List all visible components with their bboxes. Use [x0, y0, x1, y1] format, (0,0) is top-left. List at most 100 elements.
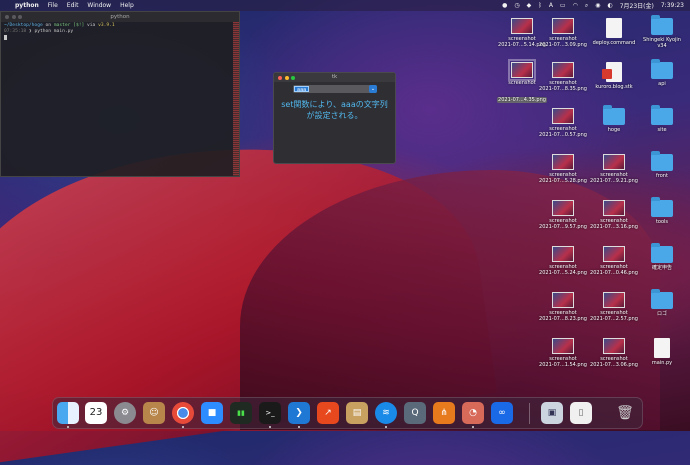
desktop-icon[interactable]: screenshot 2021-07...5.24.png	[535, 246, 591, 276]
activity-monitor-icon[interactable]: ▮▮	[230, 402, 252, 424]
backup-icon[interactable]: ◷	[514, 2, 519, 9]
desktop-icon-sublabel: 2021-07...8.23.png	[539, 316, 587, 322]
desktop-icon[interactable]: ロゴ	[634, 289, 690, 317]
control-center-icon[interactable]: ◉	[595, 2, 600, 9]
analytics-icon[interactable]: ↗	[317, 402, 339, 424]
image-thumbnail-icon	[603, 154, 625, 170]
contacts-icon[interactable]: ☺	[143, 402, 165, 424]
desktop-icon[interactable]: screenshot 2021-07...5.28.png	[535, 154, 591, 184]
desktop-icon[interactable]: site	[634, 105, 690, 133]
image-thumbnail-icon	[552, 154, 574, 170]
combobox-value[interactable]: aaa	[294, 86, 310, 93]
document-icon	[606, 18, 622, 38]
system-preferences-icon[interactable]: ⚙	[114, 402, 136, 424]
desktop-icon[interactable]: screenshot 2021-07...3.09.png	[535, 18, 591, 48]
record-icon[interactable]: ●	[502, 2, 507, 9]
desktop-icon-label: ロゴ	[656, 311, 667, 317]
chevron-down-icon[interactable]: ⌄	[369, 85, 377, 93]
image-thumbnail-icon	[603, 292, 625, 308]
desktop-icon[interactable]: front	[634, 151, 690, 179]
zoom-app-icon[interactable]: ■	[201, 402, 223, 424]
desktop-icon[interactable]: screenshot 2021-07...8.35.png	[535, 62, 591, 92]
desktop-icon[interactable]: screenshot 2021-07...1.54.png	[535, 338, 591, 368]
image-thumbnail-icon	[552, 338, 574, 354]
folder-icon	[603, 105, 625, 125]
desktop-icon-sublabel: v34	[657, 43, 667, 49]
tk-window[interactable]: tk aaa ⌄ set関数により、aaaの文字列が設定される。	[273, 72, 396, 164]
terminal-icon[interactable]: >_	[259, 402, 281, 428]
quicktime-icon[interactable]: Q	[404, 402, 426, 424]
vscode-icon[interactable]: ❯	[288, 402, 310, 428]
folder-icon	[651, 197, 673, 217]
menubar-time[interactable]: 7:39:23	[661, 2, 684, 9]
downloads-stack-icon[interactable]: ▯	[570, 402, 592, 424]
search-icon[interactable]: ⌕	[585, 2, 588, 10]
document-icon	[602, 62, 622, 82]
folder-icon	[651, 15, 673, 35]
terminal-window[interactable]: python ~/Desktop/hoge on master [$!] via…	[0, 11, 240, 177]
dropbox-icon[interactable]: ◆	[527, 2, 532, 9]
text-cursor	[4, 35, 7, 40]
screenshot-stack-icon[interactable]: ▣	[541, 402, 563, 424]
archive-icon[interactable]: ▤	[346, 402, 368, 424]
menu-app-name[interactable]: python	[15, 2, 39, 9]
menu-edit[interactable]: Edit	[67, 2, 79, 9]
desktop-icon-sublabel: 2021-07...1.54.png	[539, 362, 587, 368]
image-thumbnail-icon	[552, 246, 574, 262]
desktop-icon-sublabel: 2021-07...4.35.png	[497, 97, 547, 103]
desktop-icon[interactable]: api	[634, 59, 690, 87]
desktop-icon-sublabel: 2021-07...5.28.png	[539, 178, 587, 184]
desktop-icon[interactable]: main.py	[634, 338, 690, 366]
menu-help[interactable]: Help	[120, 2, 134, 9]
prompt-on: on	[42, 23, 54, 28]
sourcetree-icon[interactable]: ⋔	[433, 402, 455, 424]
image-thumbnail-icon	[603, 246, 625, 262]
docker-icon[interactable]: ≋	[375, 402, 397, 428]
terminal-title: python	[110, 13, 130, 20]
calendar-icon[interactable]: 23	[85, 402, 107, 424]
menubar-date[interactable]: 7月23日(金)	[620, 1, 654, 10]
combobox[interactable]: aaa ⌄	[293, 85, 377, 93]
desktop-icon-label: tools	[655, 219, 669, 225]
folder-icon	[651, 105, 673, 125]
terminal-titlebar[interactable]: python	[1, 12, 239, 22]
desktop-icon[interactable]: tools	[634, 197, 690, 225]
desktop-icon[interactable]: Shingeki Kyojin v34	[634, 15, 690, 49]
chrome-icon[interactable]	[172, 402, 194, 428]
terminal-scrollbar[interactable]	[233, 22, 239, 176]
wifi-icon[interactable]: ◠	[573, 2, 578, 9]
desktop-icon[interactable]: screenshot 2021-07...9.57.png	[535, 200, 591, 230]
image-thumbnail-icon	[511, 18, 533, 34]
prompt-version: v3.9.1	[98, 23, 115, 28]
menu-window[interactable]: Window	[87, 2, 111, 9]
finder-icon[interactable]	[57, 402, 79, 428]
image-thumbnail-icon	[552, 18, 574, 34]
terminal-output[interactable]: ~/Desktop/hoge on master [$!] via v3.9.1…	[1, 22, 239, 43]
prompt-time: 07:35:18	[4, 29, 27, 34]
battery-icon[interactable]: ▭	[560, 2, 566, 9]
folder-icon	[651, 151, 673, 171]
desktop-icon[interactable]: screenshot 2021-07...0.57.png	[535, 108, 591, 138]
image-thumbnail-icon	[603, 338, 625, 354]
image-thumbnail-icon	[552, 62, 574, 78]
notes-app-icon[interactable]: ◔	[462, 402, 484, 428]
desktop-icon-sublabel: 2021-07...9.57.png	[539, 224, 587, 230]
desktop-icon-label: 確定申告	[651, 265, 672, 271]
document-icon	[654, 338, 670, 358]
desktop-icon[interactable]: 確定申告	[634, 243, 690, 271]
dock: 23 ⚙ ☺ ■ ▮▮ >_ ❯ ↗ ▤ ≋ Q ⋔ ◔ ∞ ▣ ▯ 🗑	[52, 397, 643, 429]
desktop-icon-label: main.py	[651, 360, 673, 366]
trash-icon[interactable]: 🗑	[614, 402, 636, 424]
status-area: ● ◷ ◆ ᛒ A ▭ ◠ ⌕ ◉ ◐ 7月23日(金) 7:39:23	[495, 0, 684, 11]
command-text: ❯ python main.py	[26, 29, 74, 34]
menu-file[interactable]: File	[48, 2, 58, 9]
desktop-icon[interactable]: screenshot 2021-07...8.23.png	[535, 292, 591, 322]
bluetooth-icon[interactable]: ᛒ	[538, 2, 542, 9]
image-thumbnail-icon	[552, 292, 574, 308]
image-thumbnail-icon	[603, 200, 625, 216]
siri-icon[interactable]: ◐	[607, 2, 612, 9]
tk-titlebar[interactable]: tk	[274, 73, 395, 82]
input-source-icon[interactable]: A	[549, 2, 553, 9]
infinity-app-icon[interactable]: ∞	[491, 402, 513, 424]
desktop-icon-sublabel: 2021-07...3.09.png	[539, 42, 587, 48]
